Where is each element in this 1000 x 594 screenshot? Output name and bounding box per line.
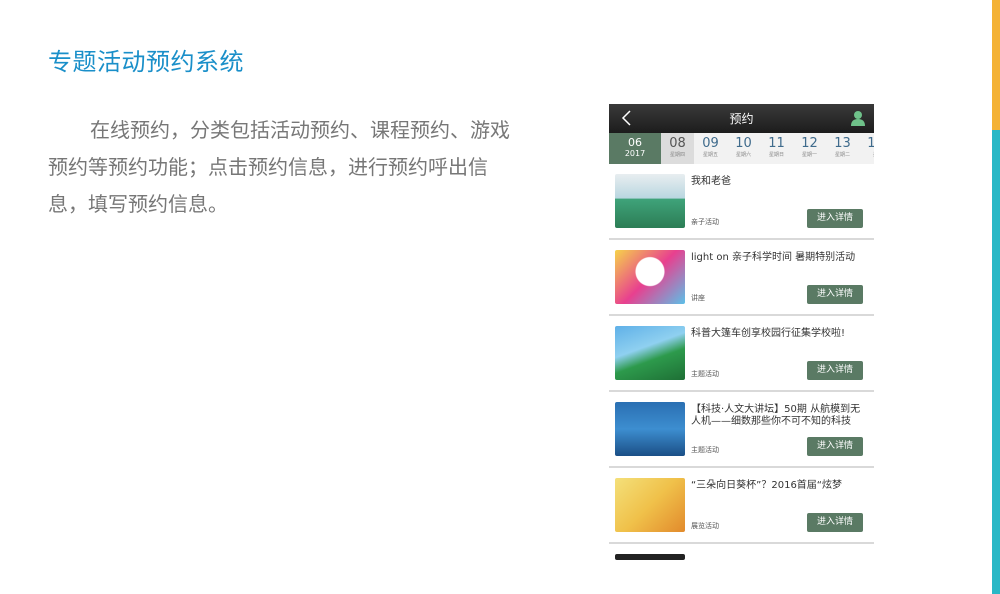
date-cell[interactable]: 11 星期日 [760,133,793,164]
date-strip: 06 2017 08 星期四 09 星期五 10 星期六 11 星期日 12 星… [609,133,874,164]
day-number: 08 [669,136,686,151]
details-button[interactable]: 进入详情 [807,209,863,228]
details-button[interactable]: 进入详情 [807,361,863,380]
details-button[interactable]: 进入详情 [807,513,863,532]
date-cell[interactable]: 14 星 [859,133,874,164]
item-title: “三朵向日葵杯”？2016首届“炫梦 [691,480,842,491]
weekday-label: 星期六 [735,152,751,158]
activity-thumbnail [615,174,685,228]
weekday-label: 星期五 [702,152,718,158]
weekday-label: 星期一 [801,152,817,158]
weekday-label: 星 [859,151,874,158]
year-label: 2017 [624,149,646,158]
user-icon[interactable] [850,109,866,127]
activity-thumbnail [615,250,685,304]
activity-thumbnail [615,326,685,380]
date-cell[interactable]: 12 星期一 [793,133,826,164]
date-cell[interactable]: 08 星期四 [661,133,694,164]
weekday-label: 星期二 [834,152,850,158]
list-item[interactable]: 科普大篷车创享校园行征集学校啦! 主题活动 进入详情 [609,316,874,392]
list-item[interactable]: “三朵向日葵杯”？2016首届“炫梦 展览活动 进入详情 [609,468,874,544]
item-category: 讲座 [691,294,705,302]
weekday-label: 星期四 [669,152,685,158]
item-title: 我和老爸 [691,176,731,187]
list-item-partial[interactable] [609,544,874,561]
list-item[interactable]: light on 亲子科学时间 暑期特别活动 讲座 进入详情 [609,240,874,316]
activity-thumbnail [615,402,685,456]
day-number: 14 [867,136,874,151]
details-button[interactable]: 进入详情 [807,285,863,304]
date-cell[interactable]: 10 星期六 [727,133,760,164]
date-cell[interactable]: 13 星期二 [826,133,859,164]
item-title: 科普大篷车创享校园行征集学校啦! [691,328,846,339]
day-number: 12 [801,136,818,151]
item-category: 主题活动 [691,446,719,454]
month-label: 06 [628,136,642,149]
phone-screenshot: 预约 06 2017 08 星期四 09 星期五 10 星期六 11 星期日 1… [609,104,874,561]
details-button[interactable]: 进入详情 [807,437,863,456]
list-item[interactable]: 我和老爸 亲子活动 进入详情 [609,164,874,240]
item-category: 亲子活动 [691,218,719,226]
day-number: 11 [768,136,785,151]
day-number: 10 [735,136,752,151]
accent-bar-top [992,0,1000,130]
activity-thumbnail [615,478,685,532]
app-header: 预约 [609,104,874,133]
month-cell: 06 2017 [609,133,661,164]
item-category: 主题活动 [691,370,719,378]
item-category: 展览活动 [691,522,719,530]
app-header-title: 预约 [729,112,754,126]
list-item[interactable]: 【科技·人文大讲坛】50期 从航模到无人机——细数那些你不可不知的科技 主题活动… [609,392,874,468]
slide-title: 专题活动预约系统 [48,48,244,76]
item-title: light on 亲子科学时间 暑期特别活动 [691,252,856,263]
activity-thumbnail [615,554,685,560]
item-title: 【科技·人文大讲坛】50期 从航模到无人机——细数那些你不可不知的科技 [691,404,861,427]
slide-description: 在线预约，分类包括活动预约、课程预约、游戏预约等预约功能；点击预约信息，进行预约… [48,118,510,216]
weekday-label: 星期日 [768,152,784,158]
day-number: 09 [702,136,719,151]
day-number: 13 [834,136,851,151]
date-cell[interactable]: 09 星期五 [694,133,727,164]
